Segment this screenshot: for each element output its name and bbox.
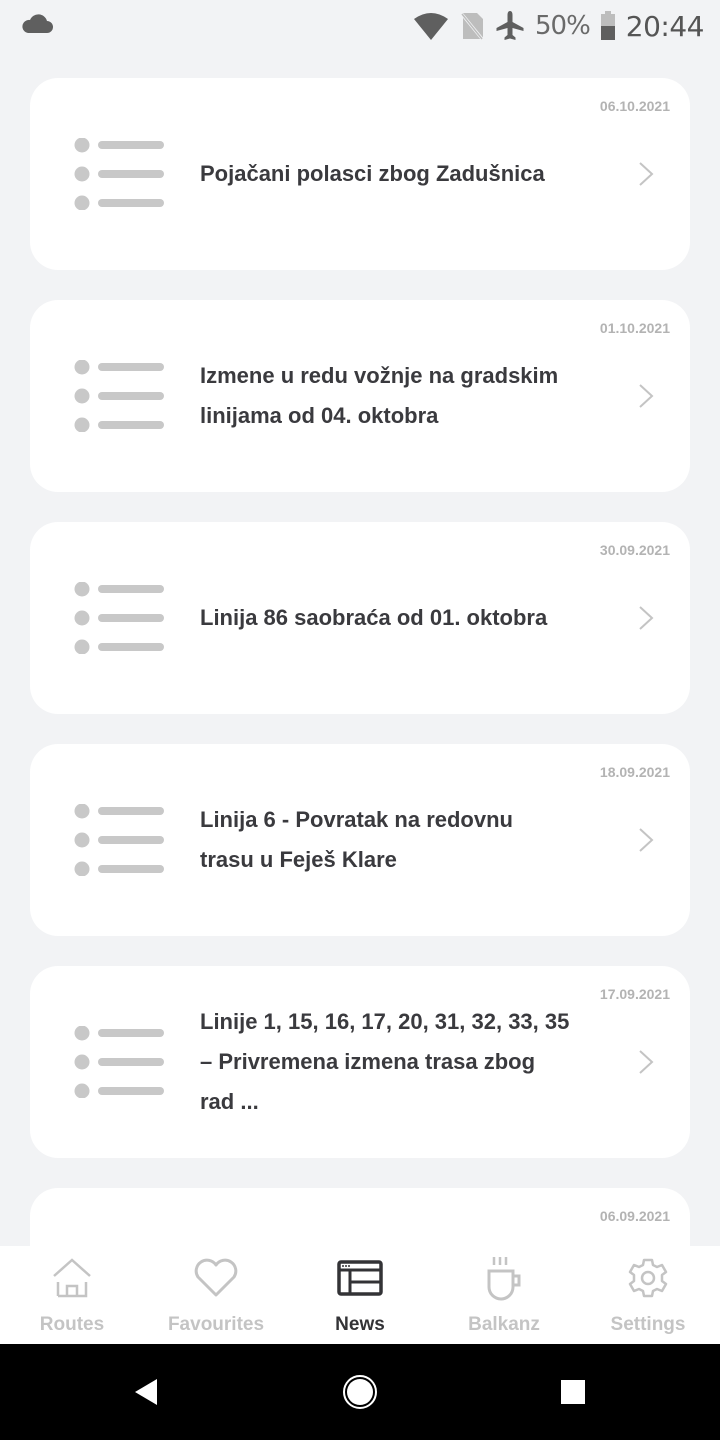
news-title-line: linijama od 04. oktobra xyxy=(200,403,439,428)
nav-item-settings[interactable]: Settings xyxy=(576,1246,720,1344)
back-button[interactable] xyxy=(106,1344,186,1440)
nav-item-balkanz[interactable]: Balkanz xyxy=(432,1246,576,1344)
home-icon xyxy=(53,1258,91,1298)
chevron-right-icon xyxy=(639,162,654,186)
chevron-right-icon xyxy=(639,828,654,852)
nav-label: Balkanz xyxy=(468,1314,540,1335)
news-title-line: Pojačani polasci zbog Zadušnica xyxy=(200,161,545,186)
chevron-right-icon xyxy=(639,384,654,408)
nav-label: Settings xyxy=(610,1314,686,1335)
list-icon xyxy=(74,78,166,270)
nav-item-favourites[interactable]: Favourites xyxy=(144,1246,288,1344)
news-icon xyxy=(337,1260,383,1296)
news-title-line: – Privremena izmena trasa zbog xyxy=(200,1049,536,1074)
nav-item-routes[interactable]: Routes xyxy=(0,1246,144,1344)
news-date: 01.10.2021 xyxy=(599,320,670,336)
news-card[interactable]: 06.10.2021 Pojačani polasci zbog Zadušni… xyxy=(30,78,690,270)
home-circle-icon xyxy=(343,1375,377,1409)
news-title: Linija 86 saobraća od 01. oktobra xyxy=(200,522,595,714)
clock: 20:44 xyxy=(625,9,705,43)
news-title-line: Izmene u redu vožnje na gradskim xyxy=(200,363,559,388)
news-title: Izmene u redu vožnje na gradskim linijam… xyxy=(200,300,595,492)
news-card[interactable]: 30.09.2021 Linija 86 saobraća od 01. okt… xyxy=(30,522,690,714)
news-card[interactable]: 01.10.2021 Izmene u redu vožnje na grads… xyxy=(30,300,690,492)
system-nav-bar xyxy=(0,1344,720,1440)
news-title-line: rad ... xyxy=(200,1089,259,1114)
coffee-cup-icon xyxy=(487,1257,521,1301)
news-title-line: Linija 86 saobraća od 01. oktobra xyxy=(200,605,548,630)
news-list: 06.10.2021 Pojačani polasci zbog Zadušni… xyxy=(30,78,690,1410)
recents-icon xyxy=(561,1380,585,1404)
news-title: Linije 1, 15, 16, 17, 20, 31, 32, 33, 35… xyxy=(200,966,595,1158)
list-icon xyxy=(74,966,166,1158)
news-date: 06.10.2021 xyxy=(599,98,670,114)
list-icon xyxy=(74,300,166,492)
bottom-nav: Routes Favourites News Balkanz Settings xyxy=(0,1246,720,1344)
list-icon xyxy=(74,744,166,936)
recents-button[interactable] xyxy=(533,1344,613,1440)
wifi-icon xyxy=(414,13,448,40)
news-title: Linija 6 - Povratak na redovnu trasu u F… xyxy=(200,744,595,936)
news-date: 18.09.2021 xyxy=(599,764,670,780)
news-date: 30.09.2021 xyxy=(599,542,670,558)
battery-percent: 50% xyxy=(535,11,591,41)
heart-icon xyxy=(194,1258,238,1297)
airplane-icon xyxy=(496,11,524,40)
news-title-line: Linije 1, 15, 16, 17, 20, 31, 32, 33, 35 xyxy=(200,1009,570,1034)
news-date: 06.09.2021 xyxy=(599,1208,670,1224)
gear-icon xyxy=(628,1258,668,1298)
news-title: Pojačani polasci zbog Zadušnica xyxy=(200,78,595,270)
no-sim-icon xyxy=(459,12,485,41)
chevron-right-icon xyxy=(639,606,654,630)
cloud-icon xyxy=(22,14,53,33)
nav-label: Favourites xyxy=(167,1314,265,1335)
chevron-right-icon xyxy=(639,1050,654,1074)
news-date: 17.09.2021 xyxy=(599,986,670,1002)
news-title-line: trasu u Feješ Klare xyxy=(200,847,397,872)
battery-icon xyxy=(600,11,615,40)
list-icon xyxy=(74,522,166,714)
back-icon xyxy=(135,1379,157,1405)
status-bar: 50% 20:44 xyxy=(0,0,720,52)
news-card[interactable]: 17.09.2021 Linije 1, 15, 16, 17, 20, 31,… xyxy=(30,966,690,1158)
nav-item-news[interactable]: News xyxy=(288,1246,432,1344)
news-title-line: Linija 6 - Povratak na redovnu xyxy=(200,807,513,832)
nav-label: News xyxy=(335,1314,385,1335)
nav-label: Routes xyxy=(39,1314,105,1335)
home-button[interactable] xyxy=(320,1344,400,1440)
news-card[interactable]: 18.09.2021 Linija 6 - Povratak na redovn… xyxy=(30,744,690,936)
